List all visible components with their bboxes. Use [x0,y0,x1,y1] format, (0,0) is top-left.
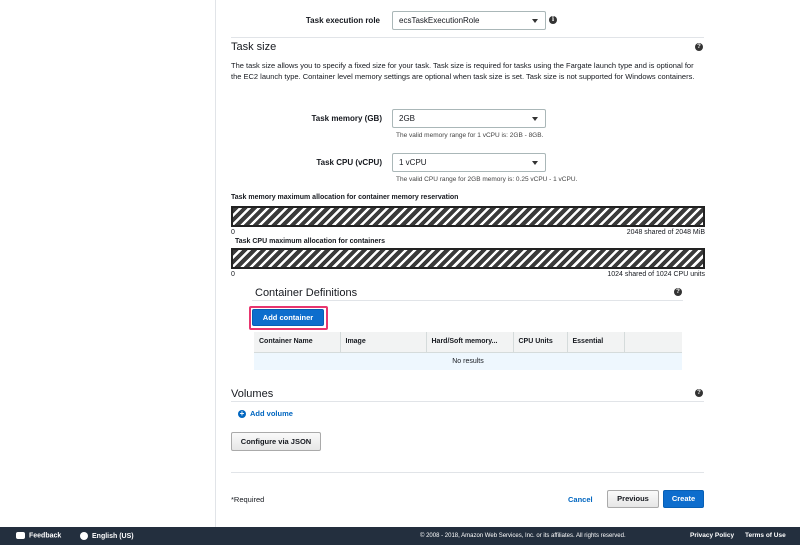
question-circle-icon[interactable]: ? [695,43,703,51]
language-selector[interactable]: English (US) [80,532,134,540]
cpu-allocation-bar [231,248,705,269]
chat-bubble-icon [16,532,25,539]
column-header[interactable]: CPU Units [513,332,568,353]
add-volume-link[interactable]: + Add volume [238,409,293,419]
table-row: No results [254,352,682,370]
task-cpu-label: Task CPU (vCPU) [316,158,382,167]
chevron-down-icon [532,19,538,23]
cpu-alloc-title: Task CPU maximum allocation for containe… [235,238,386,245]
chevron-down-icon [532,117,538,121]
task-cpu-help: The valid CPU range for 2GB memory is: 0… [396,176,578,183]
previous-button[interactable]: Previous [607,490,659,508]
volumes-title: Volumes [231,388,274,400]
language-label: English (US) [92,532,134,540]
section-divider [231,401,704,402]
question-circle-icon[interactable]: ? [674,288,682,296]
container-defs-title: Container Definitions [255,287,358,299]
cpu-alloc-min: 0 [231,271,235,278]
exec-role-select[interactable]: ecsTaskExecutionRole [392,11,546,30]
terms-of-use-link[interactable]: Terms of Use [745,532,786,539]
column-header[interactable]: Essential [567,332,625,353]
table-header-row: Container Name Image Hard/Soft memory...… [254,332,682,353]
copyright-text: © 2008 - 2018, Amazon Web Services, Inc.… [420,533,626,539]
page: Task execution role ecsTaskExecutionRole… [0,0,800,545]
column-header[interactable]: Image [340,332,427,353]
globe-icon [80,532,88,540]
plus-circle-icon: + [238,409,246,419]
task-cpu-select[interactable]: 1 vCPU [392,153,546,172]
memory-alloc-min: 0 [231,229,235,236]
task-memory-help: The valid memory range for 1 vCPU is: 2G… [396,132,544,139]
exec-role-label: Task execution role [305,16,380,25]
configure-json-button[interactable]: Configure via JSON [231,432,321,451]
footer-divider [231,472,704,473]
memory-allocation-bar [231,206,705,227]
add-volume-label: Add volume [250,409,293,418]
empty-results: No results [254,352,682,370]
task-memory-label: Task memory (GB) [311,114,382,123]
section-divider [252,300,683,301]
required-note: *Required [231,495,265,504]
column-header[interactable]: Hard/Soft memory... [426,332,514,353]
info-circle-icon[interactable]: i [549,16,557,24]
feedback-label: Feedback [29,532,62,540]
task-memory-select[interactable]: 2GB [392,109,546,128]
page-footer: Feedback English (US) © 2008 - 2018, Ama… [0,527,800,545]
memory-alloc-title: Task memory maximum allocation for conta… [231,194,459,201]
chevron-down-icon [532,161,538,165]
add-container-button[interactable]: Add container [252,309,324,326]
question-circle-icon[interactable]: ? [695,389,703,397]
section-divider [231,37,704,38]
task-size-description: The task size allows you to specify a fi… [231,61,695,81]
cancel-link[interactable]: Cancel [568,495,593,504]
privacy-policy-link[interactable]: Privacy Policy [690,532,734,539]
left-divider [215,0,216,527]
container-table: Container Name Image Hard/Soft memory...… [254,332,682,370]
column-header[interactable]: Container Name [254,332,341,353]
exec-role-value: ecsTaskExecutionRole [399,16,480,25]
create-button[interactable]: Create [663,490,704,508]
task-cpu-value: 1 vCPU [399,158,427,167]
column-header [624,332,682,353]
task-size-title: Task size [231,41,277,53]
cpu-alloc-summary: 1024 shared of 1024 CPU units [607,271,705,278]
feedback-link[interactable]: Feedback [16,532,61,539]
memory-alloc-summary: 2048 shared of 2048 MiB [626,229,705,236]
task-memory-value: 2GB [399,114,416,123]
